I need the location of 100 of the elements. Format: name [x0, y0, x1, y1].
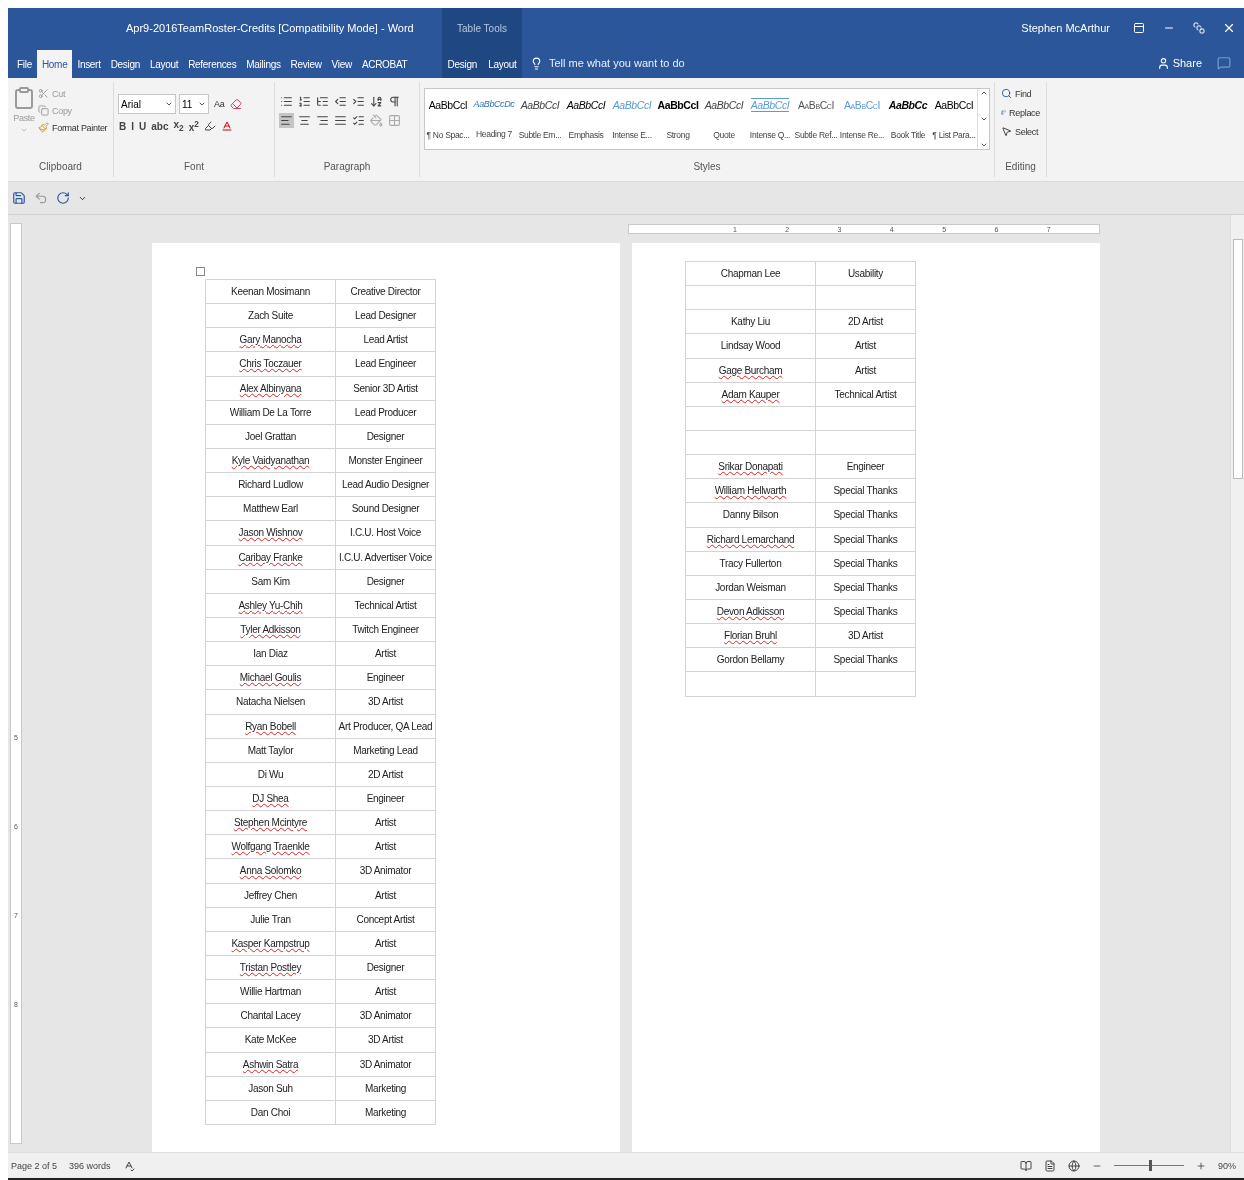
ribbon-tab[interactable]: Design — [105, 50, 145, 78]
lightbulb-icon — [530, 56, 543, 70]
bullets-button[interactable] — [279, 94, 294, 109]
scrollbar-thumb[interactable] — [1232, 239, 1243, 479]
ribbon-tab[interactable]: File — [12, 50, 37, 78]
find-button[interactable]: Find — [999, 86, 1042, 101]
table-cell: Ashwin Satra — [206, 1052, 336, 1077]
table-cell: Monster Engineer — [336, 449, 436, 474]
replace-icon — [1001, 107, 1007, 118]
ribbon-tab[interactable]: References — [183, 50, 242, 78]
word-count[interactable]: 396 words — [69, 1160, 111, 1171]
table-cell: Julie Tran — [206, 907, 336, 932]
increase-indent-button[interactable] — [351, 94, 366, 109]
select-button[interactable]: Select — [999, 124, 1042, 139]
ribbon-tab[interactable]: Insert — [72, 50, 106, 78]
print-layout-icon[interactable] — [1044, 1159, 1056, 1172]
style-option[interactable]: AaBbCcI ¶ No Spac... — [425, 89, 471, 149]
ribbon-tab[interactable]: Layout — [144, 50, 184, 78]
style-option[interactable]: AaBbCcI Quote — [701, 89, 747, 149]
table-cell: Gordon Bellamy — [686, 648, 816, 673]
caret-icon — [165, 100, 173, 108]
tell-me-field[interactable]: Tell me what you want to do — [547, 56, 747, 70]
multilevel-list-button[interactable] — [315, 94, 330, 109]
style-option[interactable]: AaBbCcI ¶ List Para... — [931, 89, 977, 149]
table-cell: Designer — [336, 424, 436, 449]
style-option[interactable]: AaBbCcDc Heading 7 — [471, 89, 517, 149]
table-cell: William De La Torre — [206, 400, 336, 425]
table-cell: Joel Grattan — [206, 424, 336, 449]
format-button[interactable]: U — [138, 119, 148, 133]
redo-icon[interactable] — [56, 191, 70, 205]
ribbon-tab[interactable]: Mailings — [241, 50, 286, 78]
clear-formatting-button[interactable] — [229, 97, 244, 111]
table-cell: 3D Artist — [336, 690, 436, 715]
sort-button[interactable] — [369, 94, 384, 109]
style-option[interactable]: AaBbCcI Emphasis — [563, 89, 609, 149]
zoom-in-icon[interactable] — [1196, 1160, 1206, 1171]
show-marks-button[interactable] — [387, 94, 402, 109]
align-button[interactable] — [333, 113, 348, 128]
save-icon[interactable] — [12, 191, 26, 205]
style-option[interactable]: AaBbCcI Subtle Em... — [517, 89, 563, 149]
page-count[interactable]: Page 2 of 5 — [11, 1160, 58, 1171]
align-button[interactable] — [315, 113, 330, 128]
table-cell: Matthew Earl — [206, 497, 336, 522]
format-painter-button[interactable]: Format Painter — [36, 120, 110, 135]
table-cell: Marketing Lead — [336, 738, 436, 763]
replace-button[interactable]: Replace — [999, 105, 1042, 120]
style-option[interactable]: AaBbCcI Intense E... — [609, 89, 655, 149]
web-layout-icon[interactable] — [1068, 1159, 1080, 1172]
copy-icon — [38, 105, 49, 116]
group-label: Editing — [1005, 161, 1036, 174]
pilcrow-icon — [388, 95, 401, 108]
zoom-thumb[interactable] — [1149, 1160, 1152, 1171]
style-option[interactable]: AaBbCcI Strong — [655, 89, 701, 149]
table-cell: I.C.U. Advertiser Voice — [336, 545, 436, 570]
table-cell: Adam Kauper — [686, 382, 816, 407]
style-option[interactable]: AaBbCcI Intense Re... — [839, 89, 885, 149]
table-cell: Devon Adkisson — [686, 599, 816, 625]
style-option[interactable]: AaBbCcI Subtle Ref... — [793, 89, 839, 149]
table-cell: Special Thanks — [816, 503, 916, 528]
format-button[interactable]: x$^{2}$ — [187, 118, 200, 135]
table-cell: Special Thanks — [816, 599, 916, 625]
zoom-level[interactable]: 90% — [1218, 1160, 1236, 1171]
table-cell: Designer — [336, 569, 436, 594]
format-button[interactable]: x$_{2}$ — [172, 118, 185, 135]
table-cell: Lead Designer — [336, 304, 436, 329]
table-cell: Kate McKee — [206, 1028, 336, 1053]
table-move-handle[interactable] — [196, 267, 205, 276]
more-styles-icon[interactable] — [979, 141, 988, 149]
ribbon-tab[interactable]: ACROBAT — [356, 50, 413, 78]
numbering-button[interactable] — [297, 94, 312, 109]
table-cell: Chris Toczauer — [206, 352, 336, 377]
line-spacing-icon — [352, 114, 365, 127]
table-cell: Richard Lemarchand — [686, 527, 816, 552]
scissors-icon — [38, 88, 49, 99]
table-cell: Di Wu — [206, 762, 336, 787]
scroll-down-icon[interactable] — [979, 115, 988, 123]
line-spacing-button[interactable] — [351, 113, 366, 128]
style-option[interactable]: AaBbCcI Intense Q... — [747, 89, 793, 149]
table-cell: Sam Kim — [206, 569, 336, 594]
table-cell: Artist — [816, 334, 916, 359]
change-case-button[interactable]: Aa — [212, 97, 227, 111]
align-button[interactable] — [279, 113, 294, 128]
table-cell: Willie Hartman — [206, 980, 336, 1005]
font-name-field[interactable]: Arial — [118, 94, 176, 114]
decrease-indent-button[interactable] — [333, 94, 348, 109]
ribbon-tab[interactable]: View — [326, 50, 357, 78]
style-option[interactable]: AaBbCc Book Title — [885, 89, 931, 149]
table-cell: Zach Suite — [206, 304, 336, 329]
highlight-button[interactable] — [202, 119, 217, 134]
share-button[interactable]: Share — [1150, 48, 1208, 78]
align-button[interactable] — [297, 113, 312, 128]
format-button[interactable]: B — [118, 119, 128, 133]
format-button[interactable]: abc — [150, 119, 170, 133]
font-size-field[interactable]: 11 — [179, 94, 209, 114]
ribbon-tab[interactable]: Review — [285, 50, 327, 78]
format-button[interactable]: I — [130, 119, 135, 133]
ribbon-tab[interactable]: Home — [36, 50, 73, 78]
scroll-up-icon[interactable] — [979, 89, 988, 97]
outdent-icon — [334, 95, 347, 108]
read-mode-icon[interactable] — [1020, 1159, 1032, 1172]
